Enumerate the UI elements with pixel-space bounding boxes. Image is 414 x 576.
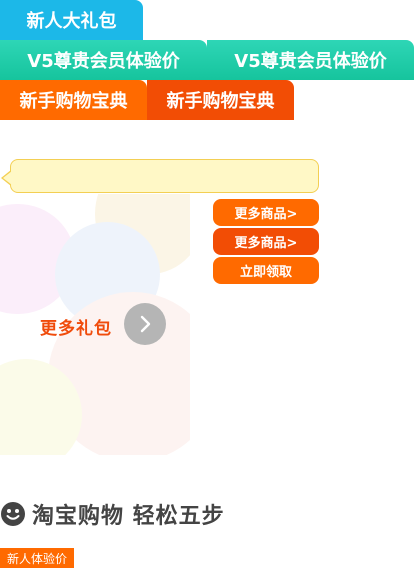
tab-v5-trial-label: V5尊贵会员体验价 xyxy=(234,51,387,72)
tab-new-user-gift-label: 新人大礼包 xyxy=(26,11,117,32)
tab-beginner-guide-2[interactable]: 新手购物宝典 xyxy=(147,80,294,120)
tab-new-user-gift[interactable]: 新人大礼包 xyxy=(0,0,143,40)
more-products-button-2[interactable]: 更多商品> xyxy=(213,228,319,255)
tooltip-tail-inner xyxy=(3,171,12,185)
tab-beginner-guide-label: 新手购物宝典 xyxy=(166,91,275,112)
new-user-price-badge: 新人体验价 xyxy=(0,548,74,568)
chevron-right-icon xyxy=(140,315,151,333)
claim-now-button[interactable]: 立即领取 xyxy=(213,257,319,284)
section-title: 淘宝购物 轻松五步 xyxy=(32,504,225,529)
more-gifts-link[interactable]: 更多礼包 xyxy=(40,314,112,339)
tab-v5-trial-2[interactable]: V5尊贵会员体验价 xyxy=(207,40,414,80)
tab-v5-trial-label: V5尊贵会员体验价 xyxy=(27,51,180,72)
more-products-label: 更多商品> xyxy=(234,207,298,222)
claim-now-label: 立即领取 xyxy=(239,265,292,280)
badge-label: 新人体验价 xyxy=(6,551,67,566)
section-heading: 淘宝购物 轻松五步 xyxy=(0,497,225,531)
tab-v5-trial-1[interactable]: V5尊贵会员体验价 xyxy=(0,40,207,80)
more-products-button-1[interactable]: 更多商品> xyxy=(213,199,319,226)
tab-beginner-guide-label: 新手购物宝典 xyxy=(19,91,128,112)
tooltip-bubble xyxy=(10,159,319,193)
tab-beginner-guide-1[interactable]: 新手购物宝典 xyxy=(0,80,147,120)
more-gifts-label: 更多礼包 xyxy=(40,319,112,339)
more-gifts-arrow-button[interactable] xyxy=(124,303,166,345)
smiley-icon xyxy=(1,502,25,526)
more-products-label: 更多商品> xyxy=(234,236,298,251)
